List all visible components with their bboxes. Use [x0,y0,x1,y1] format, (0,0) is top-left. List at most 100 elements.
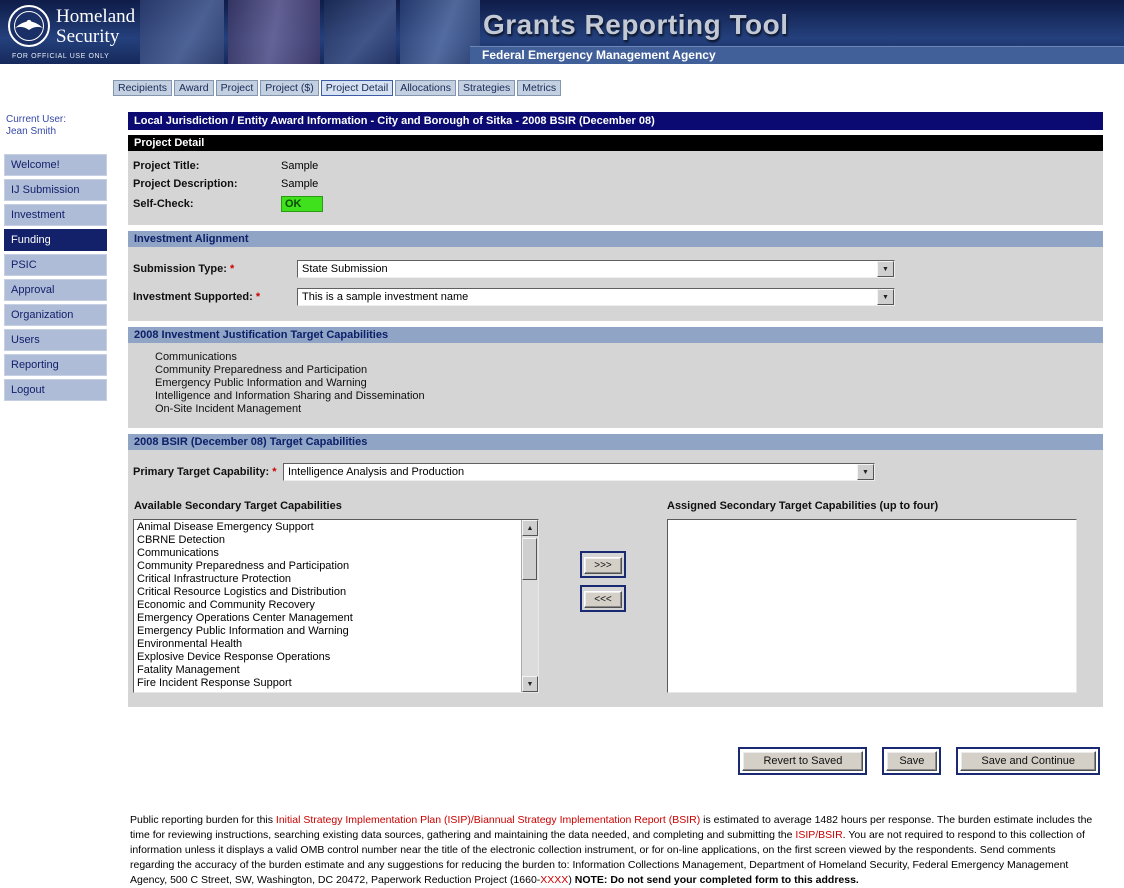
submission-type-row: Submission Type: * State Submission ▼ [128,255,1103,283]
primary-capability-row: Primary Target Capability: * Intelligenc… [128,458,1103,486]
investment-supported-dropdown[interactable]: This is a sample investment name ▼ [297,288,895,306]
dropdown-arrow-icon[interactable]: ▼ [857,464,874,480]
listbox-option[interactable]: Critical Infrastructure Protection [134,573,521,586]
scrollbar-thumb[interactable] [522,538,537,580]
sidebar-item-funding[interactable]: Funding [4,229,107,251]
project-detail-section: Project Title: Sample Project Descriptio… [128,151,1103,225]
project-title-row: Project Title: Sample [128,157,1103,175]
primary-capability-label: Primary Target Capability: * [133,466,283,478]
submission-type-dropdown[interactable]: State Submission ▼ [297,260,895,278]
save-button[interactable]: Save [886,751,937,771]
current-user-name: Jean Smith [6,126,107,138]
submission-type-value: State Submission [298,261,877,277]
sidebar-item-ij-submission[interactable]: IJ Submission [4,179,107,201]
listbox-option[interactable]: Economic and Community Recovery [134,599,521,612]
move-left-wrap: <<< [580,585,626,612]
revert-to-saved-button[interactable]: Revert to Saved [742,751,863,771]
listbox-option[interactable]: Emergency Operations Center Management [134,612,521,625]
sidebar-item-users[interactable]: Users [4,329,107,351]
listbox-option[interactable]: Fatality Management [134,664,521,677]
move-right-wrap: >>> [580,551,626,578]
assigned-capabilities-options [668,520,1076,692]
section-header-investment-alignment: Investment Alignment [128,231,1103,247]
official-use-label: FOR OFFICIAL USE ONLY [12,53,109,60]
investment-supported-label: Investment Supported: * [133,291,297,303]
dropdown-arrow-icon[interactable]: ▼ [877,261,894,277]
listbox-option[interactable]: Animal Disease Emergency Support [134,521,521,534]
sidebar-item-reporting[interactable]: Reporting [4,354,107,376]
main-content: Local Jurisdiction / Entity Award Inform… [128,112,1103,888]
dropdown-arrow-icon[interactable]: ▼ [877,289,894,305]
investment-supported-value: This is a sample investment name [298,289,877,305]
app-title: Grants Reporting Tool [483,9,789,41]
listbox-option[interactable]: Communications [134,547,521,560]
project-description-label: Project Description: [133,178,281,190]
required-asterisk: * [230,263,234,275]
sidebar-item-investment[interactable]: Investment [4,204,107,226]
move-left-button[interactable]: <<< [584,591,622,608]
sidebar-item-approval[interactable]: Approval [4,279,107,301]
scroll-up-button[interactable]: ▲ [522,520,538,536]
listbox-scrollbar[interactable]: ▲ ▼ [521,520,538,692]
listbox-labels-row: Available Secondary Target Capabilities … [128,500,1103,512]
tab-award[interactable]: Award [174,80,214,96]
listbox-option[interactable]: Community Preparedness and Participation [134,560,521,573]
capability-item: On-Site Incident Management [155,403,1103,416]
tab-bar: RecipientsAwardProjectProject ($)Project… [113,80,1124,96]
listbox-option[interactable]: Environmental Health [134,638,521,651]
listbox-option[interactable]: Critical Resource Logistics and Distribu… [134,586,521,599]
tab-project[interactable]: Project ($) [260,80,318,96]
section-header-bsir-capabilities: 2008 BSIR (December 08) Target Capabilit… [128,434,1103,450]
self-check-status-badge: OK [281,196,323,212]
sidebar-item-welcome[interactable]: Welcome! [4,154,107,176]
required-asterisk: * [256,291,260,303]
capability-item: Community Preparedness and Participation [155,364,1103,377]
listbox-option[interactable]: CBRNE Detection [134,534,521,547]
scroll-down-button[interactable]: ▼ [522,676,538,692]
available-capabilities-options: Animal Disease Emergency SupportCBRNE De… [134,520,521,692]
tab-metrics[interactable]: Metrics [517,80,561,96]
project-description-value: Sample [281,178,318,190]
save-and-continue-button[interactable]: Save and Continue [960,751,1096,771]
current-user: Current User: Jean Smith [6,114,107,138]
burden-highlight-text: Initial Strategy Implementation Plan (IS… [276,814,700,826]
sidebar-item-psic[interactable]: PSIC [4,254,107,276]
section-header-project-detail: Project Detail [128,135,1103,151]
sidebar-item-logout[interactable]: Logout [4,379,107,401]
sidebar: Current User: Jean Smith Welcome! IJ Subm… [4,112,107,404]
required-asterisk: * [272,466,276,478]
project-title-label: Project Title: [133,160,281,172]
move-right-button[interactable]: >>> [584,557,622,574]
sidebar-item-organization[interactable]: Organization [4,304,107,326]
tab-project[interactable]: Project [216,80,259,96]
tab-project-detail[interactable]: Project Detail [321,80,393,96]
ij-capabilities-section: CommunicationsCommunity Preparedness and… [128,343,1103,428]
section-header-ij-capabilities: 2008 Investment Justification Target Cap… [128,327,1103,343]
burden-highlight-text: ISIP/BSIR [795,829,842,841]
listbox-option[interactable]: Fire Incident Response Support [134,677,521,690]
tab-recipients[interactable]: Recipients [113,80,172,96]
self-check-label: Self-Check: [133,198,281,210]
project-description-row: Project Description: Sample [128,175,1103,193]
tab-strategies[interactable]: Strategies [458,80,515,96]
revert-button-wrap: Revert to Saved [738,747,867,775]
save-continue-button-wrap: Save and Continue [956,747,1100,775]
app-header: Homeland Security FOR OFFICIAL USE ONLY … [0,0,1124,64]
project-title-value: Sample [281,160,318,172]
available-capabilities-listbox[interactable]: Animal Disease Emergency SupportCBRNE De… [133,519,539,693]
listbox-option[interactable]: Explosive Device Response Operations [134,651,521,664]
capability-transfer-area: Animal Disease Emergency SupportCBRNE De… [128,519,1103,693]
investment-alignment-section: Submission Type: * State Submission ▼ In… [128,247,1103,321]
scrollbar-track[interactable] [522,536,538,676]
dhs-logo: Homeland Security [8,5,135,47]
burden-highlight-text: XXXX [540,874,568,886]
capability-item: Emergency Public Information and Warning [155,377,1103,390]
primary-capability-value: Intelligence Analysis and Production [284,464,857,480]
tab-allocations[interactable]: Allocations [395,80,456,96]
scroll-down-icon: ▼ [527,681,534,688]
assigned-capabilities-listbox[interactable] [667,519,1077,693]
listbox-option[interactable]: Emergency Public Information and Warning [134,625,521,638]
page-title: Local Jurisdiction / Entity Award Inform… [128,112,1103,130]
capability-item: Communications [155,351,1103,364]
primary-capability-dropdown[interactable]: Intelligence Analysis and Production ▼ [283,463,875,481]
